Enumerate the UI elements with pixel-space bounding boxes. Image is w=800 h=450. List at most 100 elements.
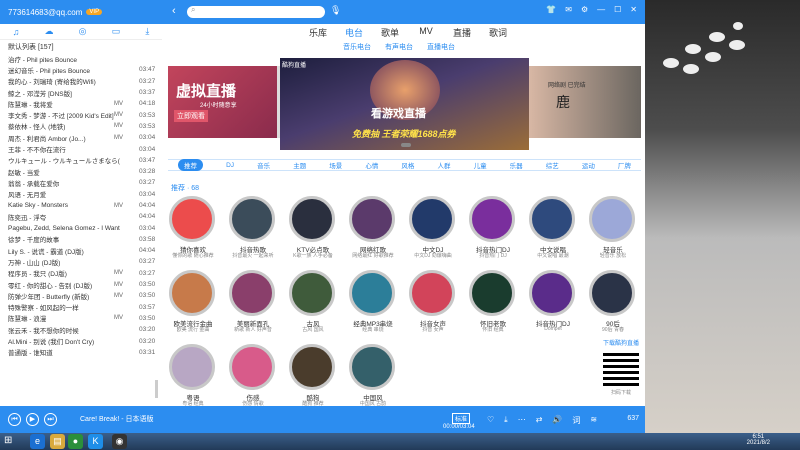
mv-icon[interactable]: MV — [114, 112, 123, 118]
playlist-row[interactable]: 治疗 - Phil pites Bounce — [0, 53, 162, 64]
station-cover[interactable] — [349, 196, 395, 242]
banner-right[interactable]: 网络剧 已完结 鹿 — [528, 66, 641, 138]
banner-left[interactable]: 虚拟直播 24小时随意享 立即观看 — [168, 66, 277, 138]
station-tile[interactable]: 欧美流行金曲 欧美 流行 金曲 — [165, 270, 225, 340]
playlist-row[interactable]: 李文秀 - 梦游 - 不过 [2009 Kid's Edit] MV 03:53 — [0, 109, 162, 121]
lyrics-icon[interactable]: 词 — [572, 415, 580, 426]
search-input[interactable]: ⌕ — [187, 5, 325, 18]
previous-icon[interactable]: ⏮ — [8, 413, 21, 426]
playlist-row[interactable]: 陈奕迅 - 浮夸 04:04 — [0, 211, 162, 222]
station-tile[interactable]: 中文说唱 中文说唱 最潮 — [525, 196, 585, 266]
banner-left-button[interactable]: 立即观看 — [174, 110, 208, 122]
playlist-row[interactable]: 迷幻音乐 - Phil pites Bounce 03:47 — [0, 64, 162, 75]
playlist-row[interactable]: 程序员 - 我只 (DJ版) MV 03:27 — [0, 268, 162, 279]
station-tile[interactable]: 抖音热门DJ Dompet — [525, 270, 585, 340]
device-icon[interactable]: ▭ — [112, 26, 121, 37]
station-cover[interactable] — [529, 270, 575, 316]
playlist-row[interactable]: 翁翁 - 承载在爱你 03:27 — [0, 177, 162, 188]
mv-icon[interactable]: MV — [114, 293, 123, 299]
station-cover[interactable] — [409, 270, 455, 316]
station-cover[interactable] — [409, 196, 455, 242]
station-cover[interactable] — [289, 270, 335, 316]
clock[interactable]: 6:51 2021/8/2 — [747, 434, 770, 446]
settings-icon[interactable]: ⚙ — [581, 5, 588, 14]
subtab-2[interactable]: 直播电台 — [420, 42, 462, 52]
station-tile[interactable]: 酷狗 酷狗 推荐 — [285, 344, 345, 414]
ie-icon[interactable]: e — [30, 434, 45, 449]
station-tile[interactable]: 怀旧老歌 怀旧 经典 — [465, 270, 525, 340]
station-tile[interactable]: 猜你喜欢 懂你的歌 随心推荐 — [165, 196, 225, 266]
playlist-row[interactable]: ウルキュール - ウルキュールさまなら(M) 03:47 — [0, 155, 162, 166]
subtab-0[interactable]: 音乐电台 — [336, 42, 378, 52]
station-tile[interactable]: 抖音热歌 抖音最火 一起来听 — [225, 196, 285, 266]
obs-icon[interactable]: ◉ — [112, 434, 127, 449]
playlist-row[interactable]: 零红 - 你的甜心 - 告别 (DJ版) MV 03:50 — [0, 279, 162, 290]
category-1[interactable]: DJ — [226, 162, 234, 169]
playlist-row[interactable]: 我的心 - 刘瑞琦 (寄给我的Wifi) 03:27 — [0, 76, 162, 87]
station-tile[interactable]: 网络红歌 网络最红 好歌推荐 — [345, 196, 405, 266]
station-cover[interactable] — [229, 344, 275, 390]
play-icon[interactable]: ▶ — [26, 413, 39, 426]
station-tile[interactable]: 轻音乐 轻音乐 放松 — [585, 196, 645, 266]
station-tile[interactable]: 古风 古风 国风 — [285, 270, 345, 340]
music-note-icon[interactable]: ♫ — [13, 27, 20, 37]
station-cover[interactable] — [229, 196, 275, 242]
station-cover[interactable] — [169, 196, 215, 242]
playlist-row[interactable]: Al.Mini - 别说 (我们 Don't Cry) 03:20 — [0, 335, 162, 347]
playlist-row[interactable]: 徐梦 - 千度的故事 03:58 — [0, 234, 162, 245]
station-tile[interactable]: 美丽新面孔 新歌 新人 好声音 — [225, 270, 285, 340]
playlist-row[interactable]: 张云禾 - 我不想你的时候 03:20 — [0, 324, 162, 335]
playlist-row[interactable]: 特殊警察 - 如风起的一样 03:57 — [0, 302, 162, 313]
back-arrow-icon[interactable]: ‹ — [172, 5, 176, 17]
playlist-header[interactable]: 默认列表 [157] — [8, 42, 54, 52]
playlist-row[interactable]: 陈慧琳 - 我将爱 MV 04:18 — [0, 98, 162, 109]
volume-icon[interactable]: 🔊 — [552, 415, 562, 426]
category-4[interactable]: 场景 — [329, 160, 342, 170]
station-cover[interactable] — [589, 196, 635, 242]
station-tile[interactable]: 抖音女声 抖音 女声 — [405, 270, 465, 340]
eq-icon[interactable]: ≋ — [590, 415, 597, 426]
station-tile[interactable]: 中文DJ 中文DJ 劲爆嗨曲 — [405, 196, 465, 266]
more-icon[interactable]: ⋯ — [518, 415, 526, 426]
kugou-icon[interactable]: K — [88, 434, 103, 449]
heart-icon[interactable]: ♡ — [487, 415, 494, 426]
tab-3[interactable]: MV — [408, 26, 444, 39]
playlist-row[interactable]: Pagebu, Zedd, Selena Gomez - I Want You 0… — [0, 222, 162, 233]
banner-center[interactable]: 酷狗直播 看游戏直播 免费抽 王者荣耀1688点券 — [280, 58, 529, 150]
playlist-count[interactable]: 637 — [627, 415, 639, 422]
microphone-icon[interactable]: 🎙 — [330, 5, 341, 16]
playlist-row[interactable]: 普通版 - 谁知道 03:31 — [0, 347, 162, 358]
mv-icon[interactable]: MV — [114, 101, 123, 107]
station-cover[interactable] — [229, 270, 275, 316]
category-6[interactable]: 风格 — [401, 160, 414, 170]
quality-badge[interactable]: 标准 — [452, 413, 471, 424]
tab-5[interactable]: 歌词 — [480, 26, 516, 39]
station-cover[interactable] — [469, 270, 515, 316]
download-icon[interactable]: ⤓ — [504, 415, 508, 426]
playlist-row[interactable]: Lily S. - 说谎 - 霸道 (DJ版) 04:04 — [0, 245, 162, 256]
category-7[interactable]: 人群 — [438, 160, 451, 170]
category-8[interactable]: 儿童 — [474, 160, 487, 170]
tab-1[interactable]: 电台 — [336, 26, 372, 39]
category-10[interactable]: 综艺 — [546, 160, 559, 170]
mv-icon[interactable]: MV — [114, 315, 123, 321]
maximize-icon[interactable]: ☐ — [614, 5, 621, 14]
mv-icon[interactable]: MV — [114, 135, 123, 141]
playlist-row[interactable]: 周杰 - 利君尚 Ambor (Jo...) MV 03:04 — [0, 132, 162, 143]
category-11[interactable]: 运动 — [582, 160, 595, 170]
folder-icon[interactable]: ▤ — [50, 434, 65, 449]
tab-0[interactable]: 乐库 — [300, 26, 336, 39]
playlist-row[interactable]: 蔡依林 - 怪人 (地铁) MV 03:53 — [0, 121, 162, 132]
tab-4[interactable]: 直播 — [444, 26, 480, 39]
category-5[interactable]: 心情 — [365, 160, 378, 170]
mail-icon[interactable]: ✉ — [565, 5, 572, 14]
cloud-icon[interactable]: ☁ — [45, 26, 54, 37]
carousel-dot[interactable] — [401, 143, 411, 147]
mv-icon[interactable]: MV — [114, 203, 123, 209]
download-icon[interactable]: ⤓ — [145, 26, 149, 37]
station-tile[interactable]: KTV必点歌 K歌一族 人手必备 — [285, 196, 345, 266]
playlist-row[interactable]: 风语 - 无月爱 03:04 — [0, 189, 162, 200]
station-cover[interactable] — [169, 344, 215, 390]
shuffle-icon[interactable]: ⇄ — [536, 415, 543, 426]
playlist-row[interactable]: Katie Sky - Monsters MV 04:04 — [0, 200, 162, 211]
